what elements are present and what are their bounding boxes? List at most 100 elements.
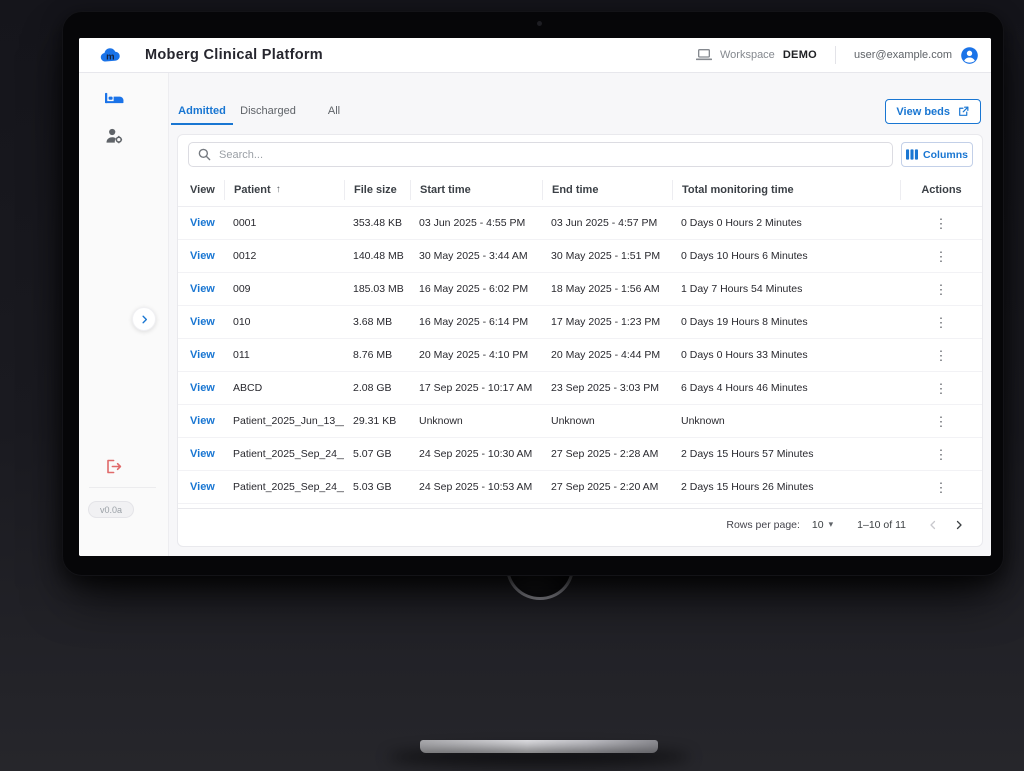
cell-start-time: 16 May 2025 - 6:14 PM: [419, 316, 529, 328]
sidebar-expand-button[interactable]: [132, 307, 156, 331]
column-header-end-time[interactable]: End time: [542, 179, 672, 200]
logout-button[interactable]: [101, 453, 127, 479]
column-header-start-time[interactable]: Start time: [410, 179, 542, 200]
row-menu-kebab-icon[interactable]: ⋮: [929, 446, 954, 463]
tab-discharged[interactable]: Discharged: [235, 99, 301, 125]
cell-start-time: 24 Sep 2025 - 10:53 AM: [419, 481, 533, 493]
app-window: m Moberg Clinical Platform Workspace DEM…: [79, 38, 991, 556]
sidebar: v0.0a: [79, 73, 169, 556]
appbar-right: Workspace DEMO user@example.com: [695, 38, 979, 73]
columns-button[interactable]: Columns: [901, 142, 973, 167]
view-link[interactable]: View: [178, 217, 224, 229]
page-title: Moberg Clinical Platform: [145, 47, 323, 63]
row-actions: ⋮: [900, 248, 982, 265]
app-header: m Moberg Clinical Platform Workspace DEM…: [79, 38, 991, 73]
cell-total-time: Unknown: [681, 415, 725, 427]
cell-patient: Patient_2025_Sep_24__…: [233, 481, 344, 493]
view-link[interactable]: View: [178, 448, 224, 460]
cell-end-time: 27 Sep 2025 - 2:28 AM: [551, 448, 659, 460]
row-menu-kebab-icon[interactable]: ⋮: [929, 380, 954, 397]
search-icon: [198, 148, 211, 161]
sidebar-item-beds[interactable]: [101, 85, 127, 111]
row-menu-kebab-icon[interactable]: ⋮: [929, 215, 954, 232]
column-header-label: Total monitoring time: [682, 183, 794, 196]
cell-start-time: 24 Sep 2025 - 10:30 AM: [419, 448, 533, 460]
cell-total-time: 0 Days 0 Hours 33 Minutes: [681, 349, 808, 361]
row-actions: ⋮: [900, 314, 982, 331]
account-button[interactable]: [960, 46, 979, 65]
monitor-shadow: [388, 748, 690, 766]
header-divider: [835, 46, 837, 64]
cell-start-time: 17 Sep 2025 - 10:17 AM: [419, 382, 533, 394]
row-actions: ⋮: [900, 413, 982, 430]
bed-icon: [104, 92, 123, 104]
view-link[interactable]: View: [178, 415, 224, 427]
tab-all[interactable]: All: [301, 99, 367, 125]
user-email: user@example.com: [854, 49, 952, 61]
cell-file-size: 5.03 GB: [353, 481, 392, 493]
cell-start-time: 30 May 2025 - 3:44 AM: [419, 250, 528, 262]
cell-end-time: 17 May 2025 - 1:23 PM: [551, 316, 661, 328]
view-beds-button[interactable]: View beds: [885, 99, 981, 124]
column-header-patient[interactable]: Patient ↑: [224, 179, 344, 200]
row-menu-kebab-icon[interactable]: ⋮: [929, 314, 954, 331]
previous-page-button[interactable]: [920, 512, 946, 538]
table-header-row: View Patient ↑ File size Start time End time T…: [178, 173, 982, 207]
version-badge: v0.0a: [88, 501, 134, 518]
column-header-total-monitoring-time[interactable]: Total monitoring time: [672, 179, 900, 200]
rows-per-page-select[interactable]: 10 ▾: [812, 519, 833, 531]
cell-file-size: 185.03 MB: [353, 283, 404, 295]
next-page-button[interactable]: [946, 512, 972, 538]
cell-patient: 010: [233, 316, 251, 328]
column-header-label: View: [190, 183, 215, 196]
search-input[interactable]: [211, 148, 892, 161]
cell-total-time: 1 Day 7 Hours 54 Minutes: [681, 283, 803, 295]
view-link[interactable]: View: [178, 316, 224, 328]
account-circle-icon: [961, 46, 978, 64]
view-link[interactable]: View: [178, 481, 224, 493]
row-actions: ⋮: [900, 215, 982, 232]
cell-file-size: 353.48 KB: [353, 217, 403, 229]
table-row: View Patient_2025_Sep_24__… 5.03 GB 24 Sep …: [178, 471, 982, 504]
column-header-label: End time: [552, 183, 599, 196]
chevron-right-icon: [141, 315, 147, 323]
table-row: View Patient_2025_Jun_13__… 29.31 KB Unknow…: [178, 405, 982, 438]
column-header-view[interactable]: View: [178, 180, 224, 200]
webcam-dot: [537, 21, 542, 26]
row-menu-kebab-icon[interactable]: ⋮: [929, 248, 954, 265]
tab-admitted[interactable]: Admitted: [169, 99, 235, 125]
row-menu-kebab-icon[interactable]: ⋮: [929, 479, 954, 496]
sidebar-item-users[interactable]: [101, 123, 127, 149]
view-link[interactable]: View: [178, 283, 224, 295]
row-actions: ⋮: [900, 446, 982, 463]
column-header-label: Actions: [921, 183, 962, 196]
table-row: View 0012 140.48 MB 30 May 2025 - 3:44 AM 30…: [178, 240, 982, 273]
cell-patient: Patient_2025_Jun_13__…: [233, 415, 344, 427]
workspace-value[interactable]: DEMO: [783, 49, 817, 61]
pagination-range: 1–10 of 11: [857, 518, 906, 531]
cell-start-time: 16 May 2025 - 6:02 PM: [419, 283, 529, 295]
column-header-actions[interactable]: Actions: [900, 179, 982, 200]
column-header-label: Start time: [420, 183, 471, 196]
view-link[interactable]: View: [178, 382, 224, 394]
cell-start-time: 20 May 2025 - 4:10 PM: [419, 349, 529, 361]
row-actions: ⋮: [900, 347, 982, 364]
workspace-label: Workspace: [719, 49, 775, 61]
monitor-bezel: m Moberg Clinical Platform Workspace DEM…: [62, 11, 1004, 576]
cell-file-size: 5.07 GB: [353, 448, 392, 460]
row-menu-kebab-icon[interactable]: ⋮: [929, 413, 954, 430]
row-menu-kebab-icon[interactable]: ⋮: [929, 281, 954, 298]
rows-per-page-value: 10: [811, 518, 824, 531]
cell-end-time: 30 May 2025 - 1:51 PM: [551, 250, 661, 262]
table-row: View 0001 353.48 KB 03 Jun 2025 - 4:55 PM 03…: [178, 207, 982, 240]
view-link[interactable]: View: [178, 250, 224, 262]
row-menu-kebab-icon[interactable]: ⋮: [929, 347, 954, 364]
cell-total-time: 0 Days 19 Hours 8 Minutes: [681, 316, 808, 328]
column-header-file-size[interactable]: File size: [344, 179, 410, 200]
view-beds-label: View beds: [896, 105, 950, 118]
table-body: View 0001 353.48 KB 03 Jun 2025 - 4:55 PM 03…: [178, 207, 982, 504]
cell-patient: Patient_2025_Sep_24__…: [233, 448, 344, 460]
cell-file-size: 8.76 MB: [353, 349, 393, 361]
view-link[interactable]: View: [178, 349, 224, 361]
cell-patient: ABCD: [233, 382, 263, 394]
